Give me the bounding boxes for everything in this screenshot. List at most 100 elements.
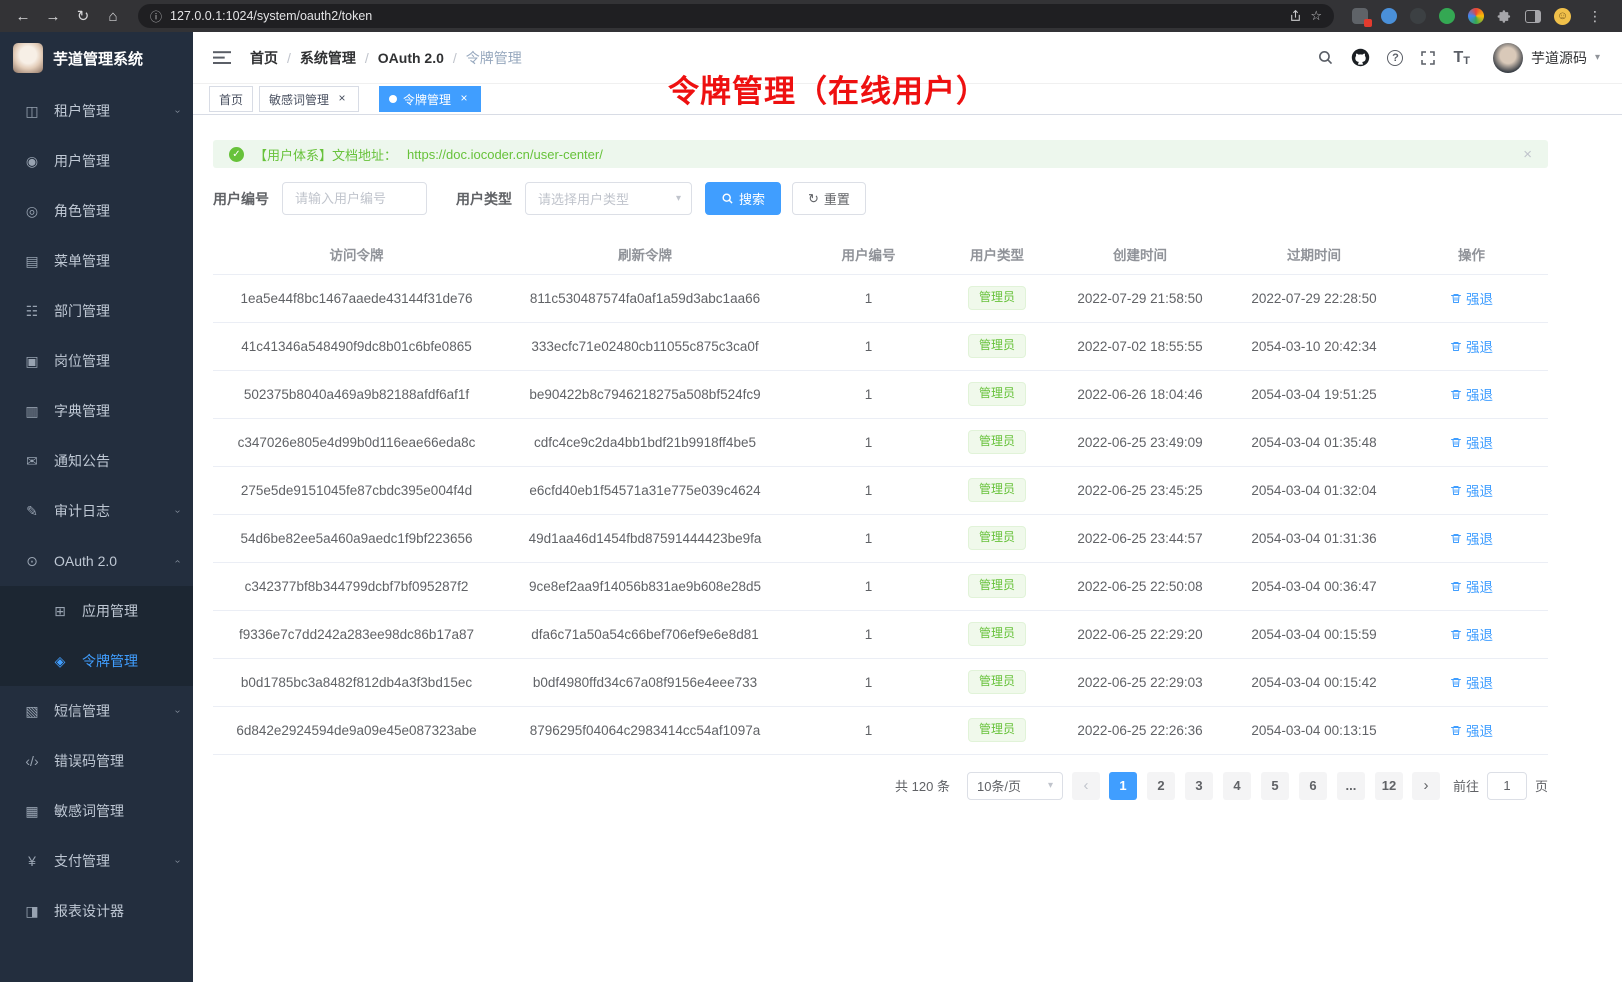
pager-page-1[interactable]: 1 xyxy=(1109,772,1137,800)
user-menu[interactable]: 芋道源码 ▾ xyxy=(1493,43,1600,73)
force-logout-button[interactable]: 强退 xyxy=(1450,624,1493,644)
goto-page-input[interactable] xyxy=(1487,772,1527,800)
sidebar-item-oauth2[interactable]: ⊙OAuth 2.0› xyxy=(0,536,193,586)
page-size-select[interactable]: 10条/页 ▾ xyxy=(967,772,1063,800)
sidebar-item-role[interactable]: ◎角色管理 xyxy=(0,186,193,236)
alert-close-icon[interactable]: × xyxy=(1523,146,1532,163)
refresh-token-cell: 8796295f04064c2983414cc54af1097a xyxy=(500,706,790,754)
sidebar-item-report[interactable]: ◨报表设计器 xyxy=(0,886,193,936)
breadcrumb-item[interactable]: 首页 xyxy=(250,48,278,68)
browser-profile-avatar[interactable]: ☺ xyxy=(1554,8,1571,25)
main-panel: 首页/系统管理/OAuth 2.0/令牌管理 ? TT 芋道源码 ▾ xyxy=(193,32,1622,982)
sidebar-item-errcode[interactable]: ‹/›错误码管理 xyxy=(0,736,193,786)
site-info-icon[interactable]: ⓘ xyxy=(150,8,162,25)
force-logout-button[interactable]: 强退 xyxy=(1450,384,1493,404)
user-id-input[interactable] xyxy=(282,182,427,215)
tab-close-icon[interactable]: × xyxy=(335,92,349,106)
tab-close-icon[interactable]: × xyxy=(457,92,471,106)
force-logout-label: 强退 xyxy=(1466,336,1493,356)
extension-blue-icon[interactable] xyxy=(1381,8,1397,24)
pager-page-2[interactable]: 2 xyxy=(1147,772,1175,800)
sidebar-item-post[interactable]: ▣岗位管理 xyxy=(0,336,193,386)
table-row: 41c41346a548490f9dc8b01c6bfe0865333ecfc7… xyxy=(213,322,1548,370)
sidebar-item-user[interactable]: ◉用户管理 xyxy=(0,136,193,186)
sidebar-panel-icon[interactable] xyxy=(1525,10,1541,23)
user-id-cell: 1 xyxy=(790,514,947,562)
alert-doc-link[interactable]: https://doc.iocoder.cn/user-center/ xyxy=(407,147,603,162)
force-logout-button[interactable]: 强退 xyxy=(1450,480,1493,500)
bookmark-star-icon[interactable]: ☆ xyxy=(1310,8,1322,24)
extension-badge-icon[interactable] xyxy=(1352,8,1368,24)
user-id-cell: 1 xyxy=(790,610,947,658)
dict-icon: ▥ xyxy=(21,403,43,420)
sidebar-item-sms[interactable]: ▧短信管理› xyxy=(0,686,193,736)
font-size-icon[interactable]: TT xyxy=(1453,49,1470,67)
browser-refresh-icon[interactable]: ↻ xyxy=(70,4,96,28)
action-cell: 强退 xyxy=(1395,514,1548,562)
logo-bar[interactable]: 芋道管理系统 xyxy=(0,32,193,84)
pager-page-4[interactable]: 4 xyxy=(1223,772,1251,800)
browser-address-bar[interactable]: ⓘ 127.0.0.1:1024/system/oauth2/token ☆ xyxy=(138,4,1334,28)
force-logout-button[interactable]: 强退 xyxy=(1450,720,1493,740)
breadcrumb-item[interactable]: OAuth 2.0 xyxy=(378,50,444,66)
pager-next-icon[interactable]: › xyxy=(1412,772,1440,800)
breadcrumb-item[interactable]: 系统管理 xyxy=(300,48,356,68)
sidebar-item-label: 租户管理 xyxy=(54,101,110,121)
delete-icon xyxy=(1450,628,1462,641)
expire-time-cell: 2054-03-04 01:32:04 xyxy=(1233,466,1395,514)
pager-more-icon[interactable]: ... xyxy=(1337,772,1365,800)
sidebar-item-oauth2-token[interactable]: ◈令牌管理 xyxy=(0,636,193,686)
payment-icon: ¥ xyxy=(21,853,43,869)
user-id-label: 用户编号 xyxy=(213,189,269,209)
sidebar-item-tenant[interactable]: ◫租户管理› xyxy=(0,86,193,136)
doc-alert: ✓ 【用户体系】文档地址： https://doc.iocoder.cn/use… xyxy=(213,140,1548,168)
tab-令牌管理[interactable]: 令牌管理× xyxy=(379,86,481,112)
force-logout-button[interactable]: 强退 xyxy=(1450,288,1493,308)
sidebar-item-sensitive[interactable]: ▦敏感词管理 xyxy=(0,786,193,836)
chevron-down-icon: › xyxy=(172,109,183,112)
browser-forward-icon[interactable]: → xyxy=(40,4,66,28)
force-logout-button[interactable]: 强退 xyxy=(1450,672,1493,692)
report-designer-icon: ◨ xyxy=(21,903,43,920)
force-logout-button[interactable]: 强退 xyxy=(1450,576,1493,596)
pager-page-12[interactable]: 12 xyxy=(1375,772,1403,800)
extension-green-icon[interactable] xyxy=(1439,8,1455,24)
pager-prev-icon[interactable]: ‹ xyxy=(1072,772,1100,800)
sidebar-item-oauth2-app[interactable]: ⊞应用管理 xyxy=(0,586,193,636)
tab-首页[interactable]: 首页 xyxy=(209,86,253,112)
help-icon[interactable]: ? xyxy=(1387,50,1403,66)
sidebar-item-dict[interactable]: ▥字典管理 xyxy=(0,386,193,436)
fullscreen-icon[interactable] xyxy=(1420,50,1436,66)
share-icon[interactable] xyxy=(1289,9,1302,23)
sidebar-item-menu[interactable]: ▤菜单管理 xyxy=(0,236,193,286)
access-token-cell: 54d6be82ee5a460a9aedc1f9bf223656 xyxy=(213,514,500,562)
hamburger-icon[interactable] xyxy=(209,46,235,69)
user-type-select[interactable]: 请选择用户类型 ▾ xyxy=(525,182,692,215)
refresh-token-cell: 811c530487574fa0af1a59d3abc1aa66 xyxy=(500,274,790,322)
browser-home-icon[interactable]: ⌂ xyxy=(100,4,126,28)
tab-敏感词管理[interactable]: 敏感词管理× xyxy=(259,86,359,112)
sidebar-item-notice[interactable]: ✉通知公告 xyxy=(0,436,193,486)
pager-page-3[interactable]: 3 xyxy=(1185,772,1213,800)
browser-menu-icon[interactable]: ⋮ xyxy=(1584,8,1606,25)
force-logout-button[interactable]: 强退 xyxy=(1450,336,1493,356)
search-icon[interactable] xyxy=(1317,49,1334,66)
extension-colorful-icon[interactable] xyxy=(1468,8,1484,24)
expire-time-cell: 2022-07-29 22:28:50 xyxy=(1233,274,1395,322)
force-logout-button[interactable]: 强退 xyxy=(1450,432,1493,452)
sidebar-item-pay[interactable]: ¥支付管理› xyxy=(0,836,193,886)
force-logout-button[interactable]: 强退 xyxy=(1450,528,1493,548)
browser-back-icon[interactable]: ← xyxy=(10,4,36,28)
create-time-cell: 2022-06-25 23:49:09 xyxy=(1047,418,1233,466)
sidebar-item-audit[interactable]: ✎审计日志› xyxy=(0,486,193,536)
pager-page-5[interactable]: 5 xyxy=(1261,772,1289,800)
extensions-puzzle-icon[interactable] xyxy=(1497,9,1512,24)
github-icon[interactable] xyxy=(1351,48,1370,67)
search-button[interactable]: 搜索 xyxy=(705,182,781,215)
pager-page-6[interactable]: 6 xyxy=(1299,772,1327,800)
reset-button[interactable]: ↻ 重置 xyxy=(792,182,866,215)
extension-dark-icon[interactable] xyxy=(1410,8,1426,24)
user-type-badge: 管理员 xyxy=(968,478,1026,502)
sidebar-item-dept[interactable]: ☷部门管理 xyxy=(0,286,193,336)
org-tree-icon: ☷ xyxy=(21,303,43,320)
